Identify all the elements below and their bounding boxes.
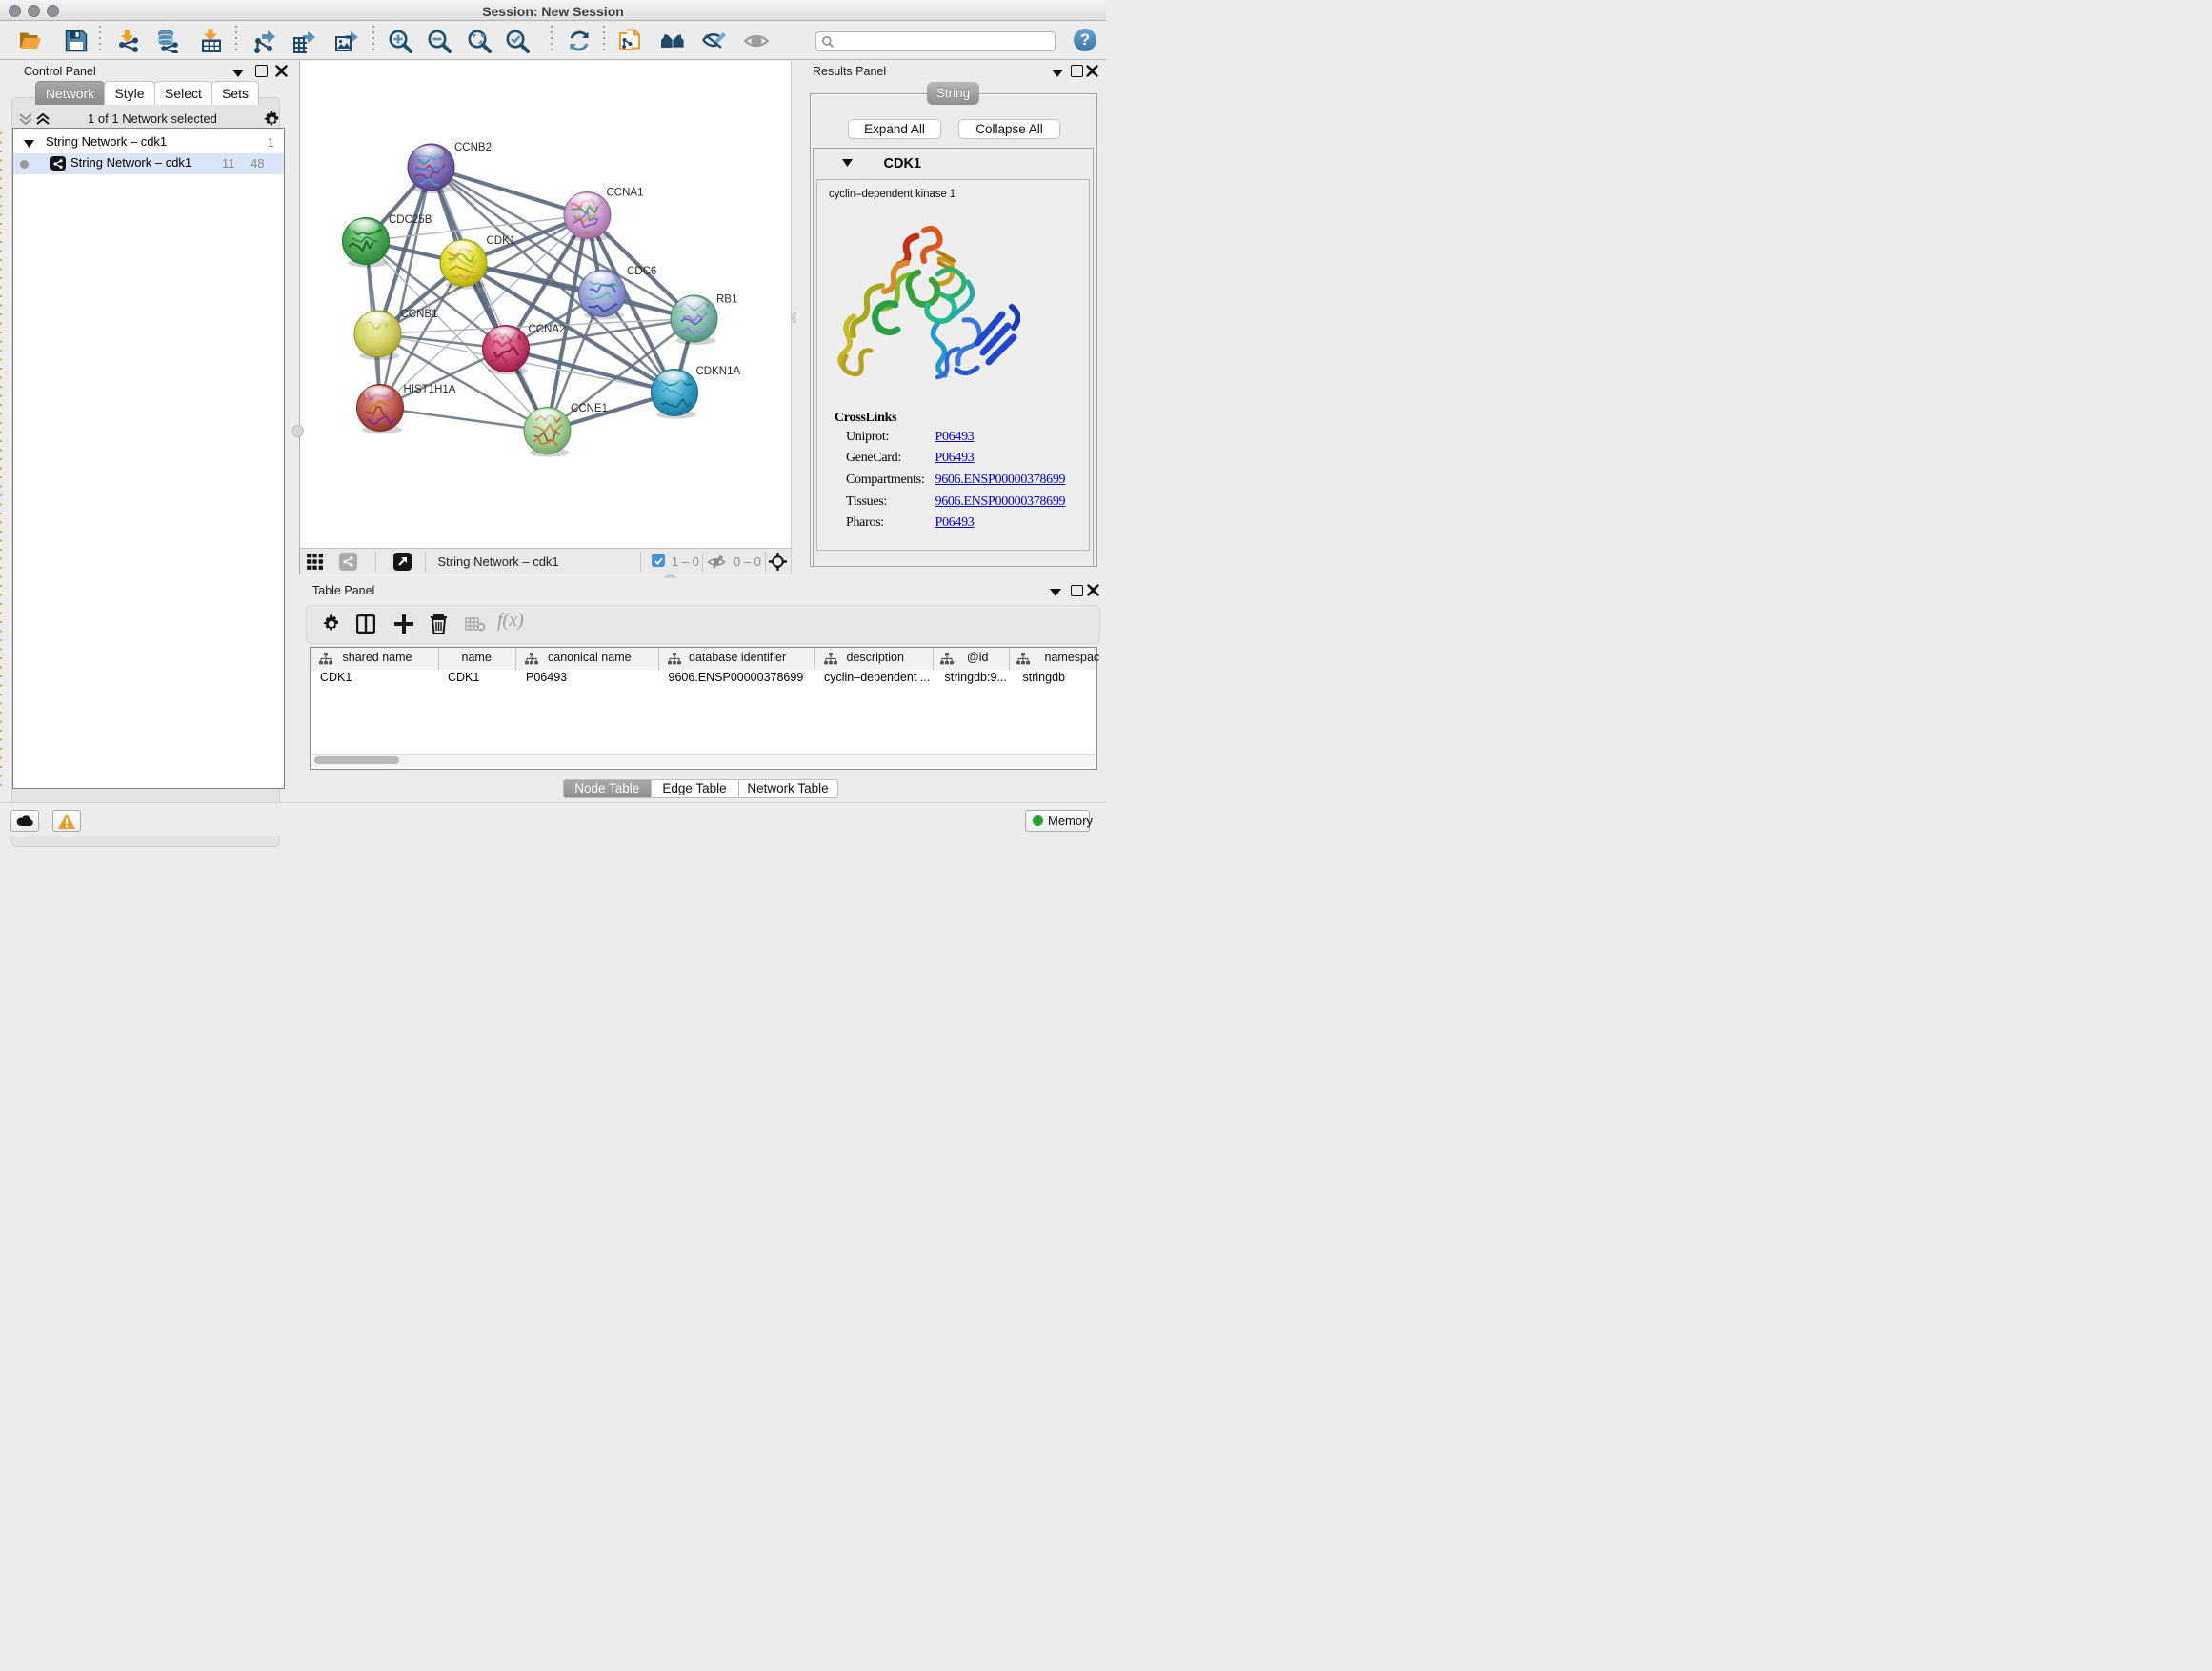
svg-text:CDC25B: CDC25B — [389, 214, 432, 226]
svg-text:CCNB1: CCNB1 — [401, 309, 438, 320]
svg-text:RB1: RB1 — [716, 293, 737, 305]
svg-text:CCNA2: CCNA2 — [529, 324, 566, 335]
svg-text:CCNA1: CCNA1 — [607, 187, 644, 198]
svg-text:CDKN1A: CDKN1A — [696, 366, 741, 377]
svg-text:CDC6: CDC6 — [627, 266, 656, 277]
svg-text:CCNE1: CCNE1 — [571, 403, 608, 414]
svg-text:HIST1H1A: HIST1H1A — [404, 384, 456, 395]
svg-text:CCNB2: CCNB2 — [454, 142, 492, 153]
svg-text:CDK1: CDK1 — [487, 235, 516, 247]
